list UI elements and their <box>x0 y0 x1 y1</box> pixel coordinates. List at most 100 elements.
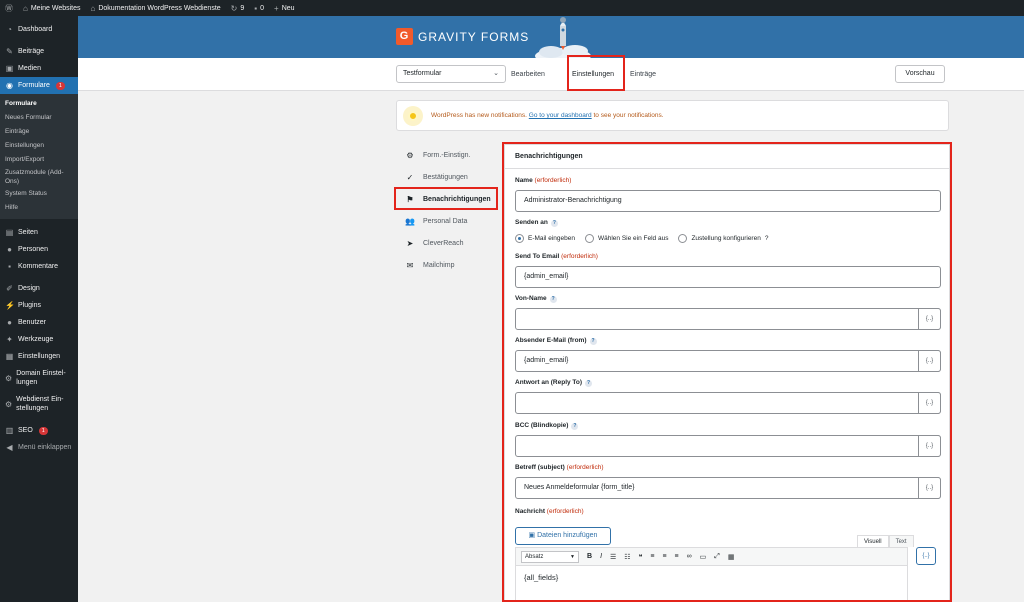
menu-plugins[interactable]: ⚡ Plugins <box>0 297 78 314</box>
submenu-entries[interactable]: Einträge <box>0 125 78 139</box>
link-icon[interactable]: ∞ <box>687 553 692 560</box>
updates-link[interactable]: ↻ 9 <box>226 0 250 16</box>
label-text: Send To Email <box>515 253 560 260</box>
label-text: Von-Name <box>515 295 547 302</box>
dashboard-link[interactable]: Go to your dashboard <box>529 112 592 119</box>
submenu-help[interactable]: Hilfe <box>0 201 78 215</box>
align-center-icon[interactable]: ≡ <box>662 553 666 560</box>
menu-people[interactable]: ● Personen <box>0 241 78 258</box>
notification-settings-panel: Benachrichtigungen Name (erforderlich) A… <box>504 144 950 602</box>
menu-comments[interactable]: ▪ Kommentare <box>0 258 78 275</box>
menu-label: Domain Einstel-lungen <box>16 370 66 386</box>
tab-settings[interactable]: Einstellungen <box>572 58 615 91</box>
fullscreen-icon[interactable]: ⤢ <box>714 553 720 561</box>
settings-nav-confirmations[interactable]: ✓ Bestätigungen <box>396 166 500 188</box>
settings-nav-notifications[interactable]: ⚑ Benachrichtigungen <box>396 188 500 210</box>
align-left-icon[interactable]: ≡ <box>650 553 654 560</box>
help-icon[interactable]: ? <box>571 423 579 430</box>
bcc-label: BCC (Blindkopie)? <box>515 422 941 432</box>
help-icon[interactable]: ? <box>585 380 593 387</box>
updates-icon: ↻ <box>230 3 238 13</box>
toolbar-toggle-icon[interactable]: ▦ <box>728 553 735 561</box>
radio-dot[interactable] <box>515 234 524 243</box>
tab-text[interactable]: Text <box>888 535 914 547</box>
bullet-list-icon[interactable]: ☰ <box>610 553 616 561</box>
menu-pages[interactable]: ▤ Seiten <box>0 224 78 241</box>
submenu-import-export[interactable]: Import/Export <box>0 153 78 167</box>
menu-collapse[interactable]: ◀ Menü einklappen <box>0 439 78 456</box>
menu-dashboard[interactable]: ◔ Dashboard <box>0 21 78 38</box>
submenu-new-form[interactable]: Neues Formular <box>0 111 78 125</box>
gravity-forms-logo-icon: G <box>396 28 413 45</box>
menu-settings[interactable]: ▦ Einstellungen <box>0 348 78 365</box>
submenu-forms[interactable]: Formulare <box>0 97 78 111</box>
editor-content[interactable]: {all_fields} <box>516 566 907 589</box>
numbered-list-icon[interactable]: ☷ <box>624 553 630 561</box>
radio-configure-routing[interactable]: Zustellung konfigurieren? <box>678 234 768 243</box>
read-more-icon[interactable]: ▭ <box>700 553 707 561</box>
tab-edit[interactable]: Bearbeiten <box>511 58 545 91</box>
menu-forms[interactable]: ◉ Formulare 1 <box>0 77 78 94</box>
settings-nav-form-settings[interactable]: ⚙ Form.-Einstign. <box>396 144 500 166</box>
align-right-icon[interactable]: ≡ <box>675 553 679 560</box>
new-content-link[interactable]: + Neu <box>269 0 300 16</box>
radio-enter-email[interactable]: E-Mail eingeben <box>515 234 575 243</box>
menu-label: Formulare <box>18 82 50 89</box>
from-name-input[interactable]: {..} <box>515 308 941 330</box>
my-sites-link[interactable]: ⌂ Meine Websites <box>18 0 86 16</box>
send-to-field: Senden an? E-Mail eingeben Wählen Sie ei… <box>515 219 941 243</box>
editor-merge-tag-button[interactable]: {..} <box>916 547 936 565</box>
menu-users[interactable]: ● Benutzer <box>0 314 78 331</box>
form-switcher-select[interactable]: Testformular ⌄ <box>396 65 506 83</box>
bold-icon[interactable]: B <box>587 553 592 560</box>
merge-tag-button[interactable]: {..} <box>918 477 941 499</box>
submenu-settings[interactable]: Einstellungen <box>0 139 78 153</box>
message-editor[interactable]: Absatz ▼ B I ☰ ☷ ❝ ≡ ≡ ≡ ∞ ▭ ⤢ ▦ {all_fie… <box>515 547 908 602</box>
menu-domain-settings[interactable]: ⚙ Domain Einstel-lungen <box>0 365 78 391</box>
menu-design[interactable]: ✐ Design <box>0 280 78 297</box>
tab-visual[interactable]: Visuell <box>857 535 889 547</box>
menu-webdienst-settings[interactable]: ⚙ Webdienst Ein-stellungen <box>0 391 78 417</box>
rocket-illustration <box>535 17 591 58</box>
italic-icon[interactable]: I <box>600 553 602 560</box>
menu-posts[interactable]: ✎ Beiträge <box>0 43 78 60</box>
merge-tag-button[interactable]: {..} <box>918 308 941 330</box>
seo-icon: ▥ <box>5 426 14 435</box>
settings-nav-label: Mailchimp <box>423 261 455 269</box>
label-text: Name <box>515 177 533 184</box>
radio-select-field[interactable]: Wählen Sie ein Feld aus <box>584 234 668 243</box>
merge-tag-button[interactable]: {..} <box>918 350 941 372</box>
from-email-input[interactable]: {admin_email} {..} <box>515 350 941 372</box>
format-select[interactable]: Absatz ▼ <box>521 550 579 563</box>
send-to-email-input[interactable]: {admin_email} <box>515 266 941 288</box>
menu-media[interactable]: ▣ Medien <box>0 60 78 77</box>
name-input[interactable]: Administrator-Benachrichtigung <box>515 190 941 212</box>
submenu-addons[interactable]: Zusatzmodule (Add-Ons) <box>0 167 78 187</box>
settings-nav-personal-data[interactable]: 👥 Personal Data <box>396 210 500 232</box>
wordpress-logo[interactable]: Ⓦ <box>0 0 18 16</box>
menu-seo[interactable]: ▥ SEO 1 <box>0 422 78 439</box>
reply-to-input[interactable]: {..} <box>515 392 941 414</box>
merge-tag-button[interactable]: {..} <box>918 392 941 414</box>
settings-nav-cleverreach[interactable]: ➤ CleverReach <box>396 232 500 254</box>
help-icon[interactable]: ? <box>549 296 557 303</box>
help-icon[interactable]: ? <box>589 338 597 345</box>
submenu-system-status[interactable]: System Status <box>0 187 78 201</box>
bcc-input[interactable]: {..} <box>515 435 941 457</box>
comments-link[interactable]: ▪ 0 <box>249 0 269 16</box>
help-icon[interactable]: ? <box>550 220 558 227</box>
blockquote-icon[interactable]: ❝ <box>639 553 643 561</box>
radio-dot[interactable] <box>584 234 594 243</box>
merge-tag-button[interactable]: {..} <box>918 435 941 457</box>
form-switcher-value: Testformular <box>403 70 442 77</box>
subject-input[interactable]: Neues Anmeldeformular {form_title} {..} <box>515 477 941 499</box>
add-media-button[interactable]: ▣ Dateien hinzufügen <box>515 527 611 545</box>
radio-dot[interactable] <box>678 234 688 243</box>
settings-nav-mailchimp[interactable]: ✉ Mailchimp <box>396 254 500 276</box>
tab-entries[interactable]: Einträge <box>630 58 656 91</box>
help-icon[interactable]: ? <box>765 235 769 242</box>
preview-button[interactable]: Vorschau <box>895 65 945 83</box>
editor-toolbar: Absatz ▼ B I ☰ ☷ ❝ ≡ ≡ ≡ ∞ ▭ ⤢ ▦ <box>516 548 907 566</box>
site-link[interactable]: ⌂ Dokumentation WordPress Webdienste <box>86 0 226 16</box>
menu-tools[interactable]: ✦ Werkzeuge <box>0 331 78 348</box>
